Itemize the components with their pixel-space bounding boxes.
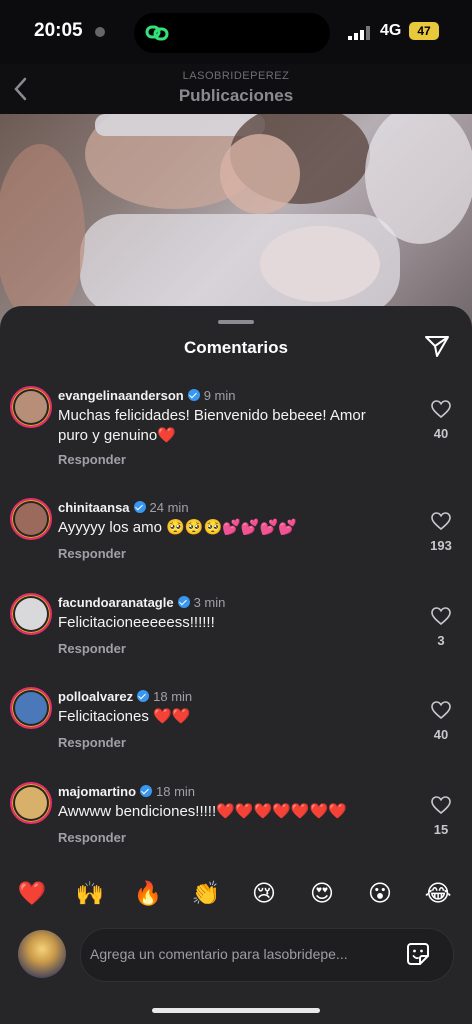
nav-username: LASOBRIDEPEREZ: [182, 70, 290, 82]
like-count: 15: [433, 822, 449, 837]
comment-text: Felicitacioneeeeess!!!!!!: [58, 614, 215, 631]
emoji-crying[interactable]: 😢: [247, 880, 281, 907]
avatar[interactable]: [10, 386, 52, 428]
comment-text: Muchas felicidades! Bienvenido bebeee! A…: [58, 407, 366, 444]
heart-outline-icon[interactable]: [431, 512, 451, 530]
heart-outline-icon[interactable]: [431, 796, 451, 814]
avatar[interactable]: [10, 687, 52, 729]
emoji-quick-bar: ❤️ 🙌 🔥 👏 😢 😍 😮 😂: [0, 880, 472, 914]
emoji-heart[interactable]: ❤️: [15, 880, 49, 907]
emoji-heart-eyes[interactable]: 😍: [305, 880, 339, 907]
like-count: 3: [437, 633, 445, 648]
verified-badge-icon: [177, 596, 190, 608]
avatar[interactable]: [10, 498, 52, 540]
sticker-icon[interactable]: [405, 941, 431, 967]
comment-item: facundoaranatagle 3 min Felicitacioneeeee…: [0, 593, 472, 693]
photo-illustration: [0, 114, 472, 324]
home-indicator: [152, 1008, 320, 1013]
verified-badge-icon: [137, 690, 150, 702]
signal-icon: [348, 26, 370, 40]
verified-badge-icon: [187, 389, 200, 401]
status-time: 20:05: [34, 20, 83, 41]
verified-badge-icon: [133, 501, 146, 513]
reply-button[interactable]: Responder: [58, 735, 126, 750]
comment-username[interactable]: evangelinaanderson 9 min: [58, 388, 236, 403]
emoji-fire[interactable]: 🔥: [131, 880, 165, 907]
comment-text: Felicitaciones ❤️❤️: [58, 708, 191, 725]
emoji-clap[interactable]: 👏: [189, 880, 223, 907]
battery-icon: 47: [409, 22, 439, 40]
comment-username[interactable]: facundoaranatagle 3 min: [58, 595, 225, 610]
comment-username[interactable]: polloalvarez 18 min: [58, 689, 192, 704]
comment-item: majomartino 18 min Awwww bendiciones!!!!!…: [0, 782, 472, 882]
avatar[interactable]: [10, 782, 52, 824]
like-count: 193: [430, 538, 452, 553]
comment-input-placeholder: Agrega un comentario para lasobridepe...: [90, 946, 348, 962]
emoji-laughing[interactable]: 😂: [421, 880, 455, 907]
sheet-handle[interactable]: [218, 320, 254, 324]
emoji-raising-hands[interactable]: 🙌: [73, 880, 107, 907]
reply-button[interactable]: Responder: [58, 641, 126, 656]
verified-badge-icon: [140, 785, 153, 797]
network-type: 4G: [380, 22, 402, 39]
avatar[interactable]: [10, 593, 52, 635]
heart-outline-icon[interactable]: [431, 400, 451, 418]
like-count: 40: [433, 426, 449, 441]
reply-button[interactable]: Responder: [58, 452, 126, 467]
heart-outline-icon[interactable]: [431, 607, 451, 625]
top-nav: LASOBRIDEPEREZ Publicaciones: [0, 64, 472, 114]
emoji-surprised[interactable]: 😮: [363, 880, 397, 907]
comment-item: polloalvarez 18 min Felicitaciones ❤️❤️ R…: [0, 687, 472, 787]
reply-button[interactable]: Responder: [58, 830, 126, 845]
page-title: Publicaciones: [178, 86, 294, 105]
heart-outline-icon[interactable]: [431, 701, 451, 719]
comment-item: evangelinaanderson 9 min Muchas felicidad…: [0, 386, 472, 486]
recording-dot: [95, 27, 105, 37]
comment-text: Awwww bendiciones!!!!!❤️❤️❤️❤️❤️❤️❤️: [58, 803, 347, 820]
dynamic-island: [134, 13, 330, 53]
comment-text: Ayyyyy los amo 🥺🥺🥺💕💕💕💕: [58, 519, 297, 536]
comment-username[interactable]: chinitaansa 24 min: [58, 500, 189, 515]
share-send-icon[interactable]: [424, 334, 450, 358]
current-user-avatar: [18, 930, 66, 978]
sheet-title: Comentarios: [184, 338, 288, 357]
post-photo[interactable]: [0, 114, 472, 334]
comment-input[interactable]: Agrega un comentario para lasobridepe...: [80, 928, 454, 982]
reply-button[interactable]: Responder: [58, 546, 126, 561]
link-icon: [145, 25, 169, 41]
comment-item: chinitaansa 24 min Ayyyyy los amo 🥺🥺🥺💕💕💕💕…: [0, 498, 472, 598]
like-count: 40: [433, 727, 449, 742]
status-bar: 20:05 4G 47: [0, 0, 472, 64]
comment-username[interactable]: majomartino 18 min: [58, 784, 195, 799]
